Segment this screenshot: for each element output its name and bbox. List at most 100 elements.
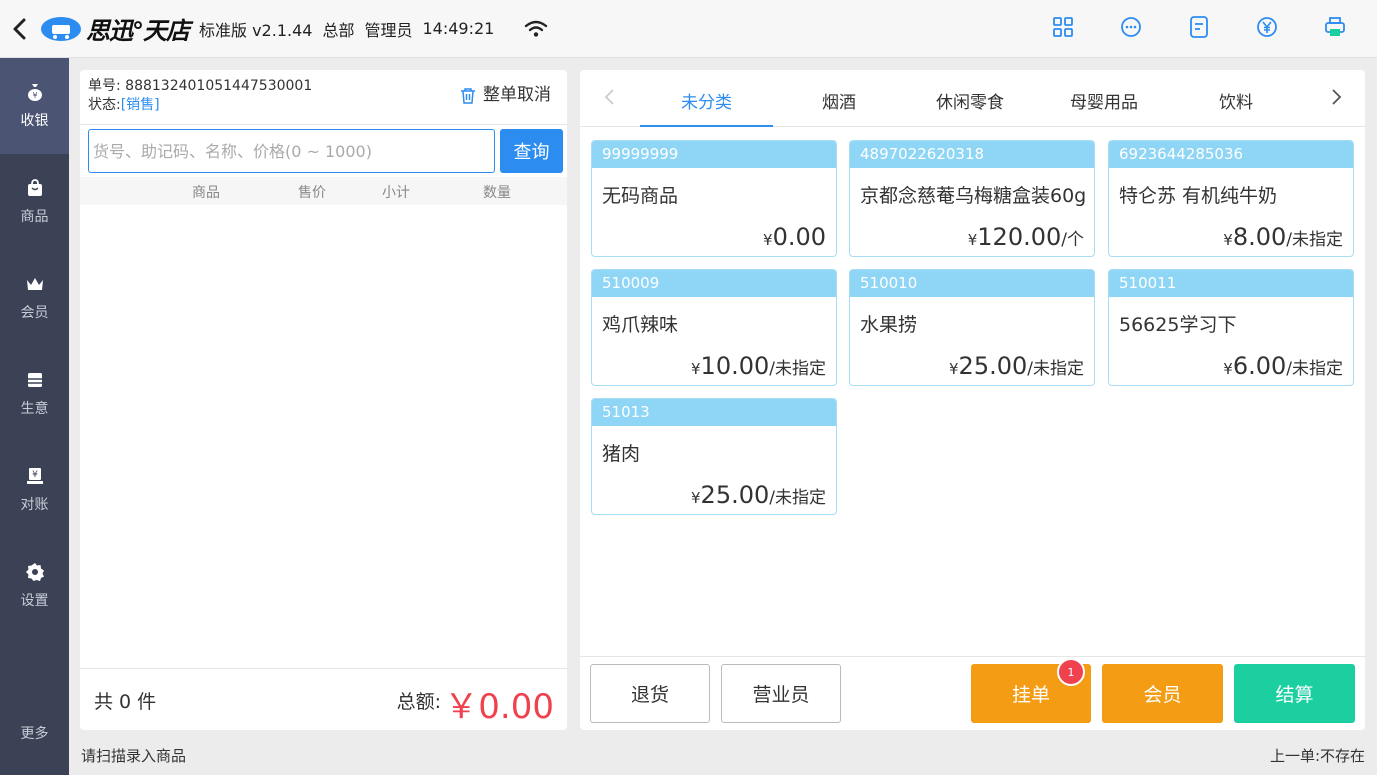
- tab-beverages[interactable]: 饮料: [1219, 88, 1253, 113]
- yuan-icon[interactable]: [1255, 14, 1279, 40]
- sidebar-item-business[interactable]: 生意: [0, 346, 69, 442]
- sidebar-item-goods[interactable]: 商品: [0, 154, 69, 250]
- product-card[interactable]: 4897022620318 京都念慈菴乌梅糖盒装60g ¥120.00/个: [849, 140, 1095, 257]
- search-button[interactable]: 查询: [500, 129, 563, 173]
- product-code: 51013: [592, 399, 836, 426]
- product-code: 510010: [850, 270, 1094, 297]
- product-code: 99999999: [592, 141, 836, 168]
- product-card[interactable]: 99999999 无码商品 ¥0.00: [591, 140, 837, 257]
- product-name: 无码商品: [602, 185, 679, 207]
- product-card[interactable]: 6923644285036 特仑苏 有机纯牛奶 ¥8.00/未指定: [1108, 140, 1354, 257]
- user-label: 管理员: [364, 20, 413, 40]
- checkout-button[interactable]: 结算: [1234, 664, 1355, 723]
- hold-count-badge: 1: [1057, 658, 1085, 686]
- product-name: 特仑苏 有机纯牛奶: [1119, 185, 1278, 207]
- cart-table-header: 商品 售价 小计 数量: [80, 177, 567, 205]
- product-price: ¥10.00/未指定: [691, 352, 826, 380]
- order-header: 单号: 888132401051447530001 状态:[销售] 整单取消: [80, 70, 567, 125]
- scan-hint: 请扫描录入商品: [81, 747, 187, 765]
- tab-baby-products[interactable]: 母婴用品: [1070, 88, 1138, 113]
- order-number-label: 单号:: [88, 78, 121, 94]
- sidebar-item-label: 会员: [20, 305, 49, 321]
- product-price: ¥0.00: [763, 223, 826, 251]
- product-name: 水果捞: [860, 314, 918, 336]
- product-price: ¥25.00/未指定: [949, 352, 1084, 380]
- active-tab-indicator: [640, 125, 773, 127]
- shopping-bag-icon: [27, 179, 42, 196]
- document-icon[interactable]: [1187, 14, 1211, 40]
- tab-tobacco-alcohol[interactable]: 烟酒: [822, 88, 856, 113]
- product-name: 鸡爪辣味: [602, 314, 679, 336]
- sidebar-item-cashier[interactable]: ¥ 收银: [0, 58, 69, 154]
- order-summary: 共 0 件 总额: ￥0.00: [80, 668, 567, 730]
- product-card[interactable]: 510010 水果捞 ¥25.00/未指定: [849, 269, 1095, 386]
- store-label: 总部: [322, 20, 355, 40]
- status-bar: 请扫描录入商品 上一单:不存在: [69, 732, 1377, 775]
- total-label: 总额:: [396, 691, 441, 713]
- app-logo: 思迅°天店: [40, 11, 190, 46]
- hold-order-label: 挂单: [1011, 684, 1050, 706]
- money-bag-icon: ¥: [27, 84, 42, 101]
- sidebar-item-label: 对账: [20, 497, 49, 513]
- sidebar-item-settings[interactable]: 设置: [0, 538, 69, 634]
- wifi-icon: [525, 20, 548, 37]
- chevron-left-icon[interactable]: [598, 85, 622, 109]
- printer-icon[interactable]: [1323, 14, 1347, 40]
- svg-text:¥: ¥: [32, 470, 38, 480]
- sidebar: ¥ 收银 商品 会员 生意 ¥ 对账 设置 更多: [0, 58, 69, 775]
- product-card[interactable]: 510009 鸡爪辣味 ¥10.00/未指定: [591, 269, 837, 386]
- sidebar-item-label: 收银: [20, 113, 49, 129]
- reconcile-icon: ¥: [26, 468, 43, 484]
- column-quantity: 数量: [483, 185, 511, 201]
- order-panel: 单号: 888132401051447530001 状态:[销售] 整单取消 查…: [80, 70, 567, 730]
- top-bar: 思迅°天店 标准版 v2.1.44 总部 管理员 14:49:21: [0, 0, 1377, 58]
- order-status-label: 状态:: [88, 97, 121, 113]
- column-subtotal: 小计: [382, 185, 410, 201]
- hold-order-button[interactable]: 挂单 1: [971, 658, 1091, 723]
- product-price: ¥120.00/个: [967, 223, 1084, 251]
- order-number: 888132401051447530001: [125, 78, 313, 94]
- cart-logo-icon: [41, 16, 81, 41]
- column-product: 商品: [192, 185, 220, 201]
- tab-uncategorized[interactable]: 未分类: [681, 88, 732, 113]
- member-button[interactable]: 会员: [1102, 664, 1223, 723]
- product-price: ¥8.00/未指定: [1223, 223, 1343, 251]
- chat-icon[interactable]: [1119, 14, 1143, 40]
- tab-snacks[interactable]: 休闲零食: [936, 88, 1004, 113]
- gear-icon: [25, 563, 44, 581]
- product-code: 6923644285036: [1109, 141, 1353, 168]
- sidebar-item-member[interactable]: 会员: [0, 250, 69, 346]
- product-card[interactable]: 510011 56625学习下 ¥6.00/未指定: [1108, 269, 1354, 386]
- order-status: [销售]: [120, 97, 160, 113]
- cancel-order-label: 整单取消: [483, 85, 551, 105]
- crown-icon: [26, 278, 43, 290]
- product-name: 京都念慈菴乌梅糖盒装60g: [860, 185, 1087, 207]
- cancel-order-button[interactable]: 整单取消: [459, 86, 551, 105]
- clerk-button[interactable]: 营业员: [721, 664, 841, 723]
- trash-icon: [461, 87, 475, 104]
- sidebar-more[interactable]: 更多: [0, 723, 69, 743]
- sidebar-item-label: 生意: [20, 401, 49, 417]
- sidebar-item-reconcile[interactable]: ¥ 对账: [0, 442, 69, 538]
- product-panel: 未分类 烟酒 休闲零食 母婴用品 饮料 99999999 无码商品 ¥0.00 …: [580, 70, 1365, 730]
- product-name: 猪肉: [602, 443, 641, 465]
- category-tabs: 未分类 烟酒 休闲零食 母婴用品 饮料: [580, 70, 1365, 127]
- register-icon: [27, 373, 42, 387]
- product-card[interactable]: 51013 猪肉 ¥25.00/未指定: [591, 398, 837, 515]
- action-bar: 退货 营业员 挂单 1 会员 结算: [580, 656, 1365, 730]
- last-order-status: 上一单:不存在: [1269, 747, 1365, 765]
- sidebar-item-label: 商品: [20, 209, 49, 225]
- back-button[interactable]: [0, 0, 40, 58]
- return-button[interactable]: 退货: [590, 664, 710, 723]
- product-price: ¥25.00/未指定: [691, 481, 826, 509]
- chevron-left-icon: [13, 18, 26, 39]
- chevron-right-icon[interactable]: [1324, 85, 1348, 109]
- total-amount: ￥0.00: [444, 687, 554, 727]
- clock-label: 14:49:21: [422, 19, 495, 38]
- product-code: 4897022620318: [850, 141, 1094, 168]
- search-input[interactable]: [88, 129, 495, 173]
- svg-text:¥: ¥: [32, 91, 37, 100]
- product-name: 56625学习下: [1119, 314, 1237, 336]
- apps-grid-icon[interactable]: [1051, 14, 1075, 40]
- product-price: ¥6.00/未指定: [1223, 352, 1343, 380]
